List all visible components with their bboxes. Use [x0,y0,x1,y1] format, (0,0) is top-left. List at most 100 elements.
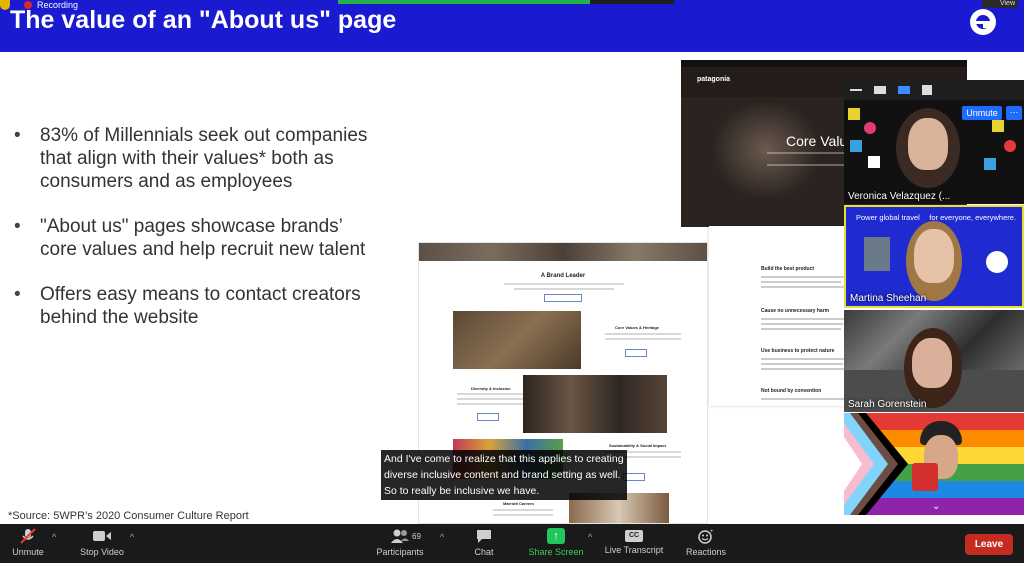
share-progress-fill [338,0,590,4]
background-building [864,237,890,271]
brand-logo-icon [986,251,1008,273]
text-line [761,358,845,360]
video-tile-active-speaker[interactable]: Power global travel for everyone, everyw… [844,205,1024,308]
pattern-cell [864,122,876,134]
chat-button[interactable]: Chat [466,528,502,557]
pattern-cell [984,158,996,170]
text-line [493,509,553,511]
text-line [457,403,523,405]
participants-options-caret-icon[interactable]: ^ [440,532,444,542]
background-text-left: Power global travel [856,213,920,222]
patagonia-logo: patagonia [697,76,731,83]
article-heading: Build the best product [761,266,815,272]
microphone-muted-icon [20,528,36,544]
tile-more-button[interactable]: ··· [1006,106,1022,120]
video-camera-icon [93,531,111,541]
progress-flag-chevron [844,413,908,515]
patagonia-heading: Core Valu [786,133,848,149]
text-line [605,338,681,340]
text-line [761,323,843,325]
team-photo [523,375,667,433]
red-mug [912,463,938,491]
single-video-icon[interactable] [874,86,886,94]
slide-header: The value of an "About us" page [0,0,1024,52]
text-line [457,398,523,400]
bullet-item: Offers easy means to contact creators be… [14,283,374,329]
video-tile[interactable] [844,413,1024,515]
pattern-cell [868,156,880,168]
text-line [761,368,845,370]
video-options-caret-icon[interactable]: ^ [130,532,134,542]
our-values-button [477,413,499,421]
person-face [914,229,954,283]
pattern-cell [850,140,862,152]
video-tile[interactable]: Sarah Gorenstein [844,310,1024,412]
tile-unmute-button[interactable]: Unmute [962,106,1002,120]
scroll-down-icon[interactable]: ⌄ [932,501,940,512]
share-screen-label: Share Screen [528,547,584,557]
source-note: *Source: 5WPR’s 2020 Consumer Culture Re… [8,510,249,522]
participant-name: Sarah Gorenstein [848,399,927,410]
marriott-section-title: A Brand Leader [540,273,586,279]
text-line [761,328,841,330]
text-line [761,318,845,320]
brand-logo-icon [970,9,996,35]
closed-caption-icon: CC [625,530,643,542]
text-line [761,286,845,288]
video-layout-toolbar[interactable] [844,80,1024,100]
recording-label: Recording [37,0,79,10]
text-line [761,276,845,278]
unmute-button[interactable]: Unmute [8,528,48,557]
view-button[interactable]: View [982,0,1018,8]
zoom-window: The value of an "About us" page Recordin… [0,0,1024,563]
unmute-label: Unmute [12,547,44,557]
patagonia-photo [711,100,821,200]
participants-label: Participants [376,547,424,557]
marriott-sustainability-label: Sustainability & Social Impact [609,443,666,448]
live-transcript-label: Live Transcript [604,545,664,555]
participant-name: Veronica Velazquez (... [848,191,951,202]
participant-name: Martina Sheehan [850,293,927,304]
our-story-button [625,349,647,357]
marriott-core-values-label: Core Values & Heritage [615,325,660,330]
participant-count: 69 [412,532,421,541]
share-screen-button[interactable]: ↑ Share Screen [526,528,586,557]
marriott-brand-banner [419,243,707,261]
reactions-button[interactable]: + Reactions [684,528,728,557]
person-face [912,338,952,388]
explore-brands-button [544,294,582,302]
recording-indicator[interactable]: Recording [0,0,78,10]
chat-bubble-icon [477,530,491,543]
security-shield-icon [0,0,10,10]
recording-dot-icon [24,1,32,9]
bullet-item: "About us" pages showcase brands’ core v… [14,215,374,261]
strip-view-icon[interactable] [898,86,910,94]
pattern-cell [848,108,860,120]
svg-text:+: + [710,529,714,535]
background-text-right: for everyone, everywhere. [929,213,1016,222]
heritage-photo [453,311,581,369]
leave-button[interactable]: Leave [965,534,1013,555]
share-options-caret-icon[interactable]: ^ [588,532,592,542]
text-line [761,398,845,400]
article-heading: Not bound by convention [761,388,822,394]
bullet-list: 83% of Millennials seek out companies th… [14,124,374,351]
gallery-view-icon[interactable] [922,85,932,95]
meeting-toolbar: Unmute ^ Stop Video ^ Participants 69 ^ [0,524,1024,563]
reactions-label: Reactions [685,547,727,557]
audio-options-caret-icon[interactable]: ^ [52,532,56,542]
text-line [605,333,681,335]
text-line [504,283,624,285]
text-line [761,363,843,365]
article-screenshot: Build the best product Cause no unnecess… [709,226,849,406]
share-progress-bar [338,0,674,4]
participants-icon [391,529,409,543]
text-line [493,514,553,516]
marriott-diversity-label: Diversity & Inclusion [471,386,511,391]
minimize-icon[interactable] [850,89,862,91]
article-heading: Use business to protect nature [761,348,835,354]
stop-video-label: Stop Video [80,547,124,557]
marriott-careers-label: Marriott Careers [503,501,534,506]
stop-video-button[interactable]: Stop Video [76,528,128,557]
live-transcript-button[interactable]: CC Live Transcript [600,528,668,555]
